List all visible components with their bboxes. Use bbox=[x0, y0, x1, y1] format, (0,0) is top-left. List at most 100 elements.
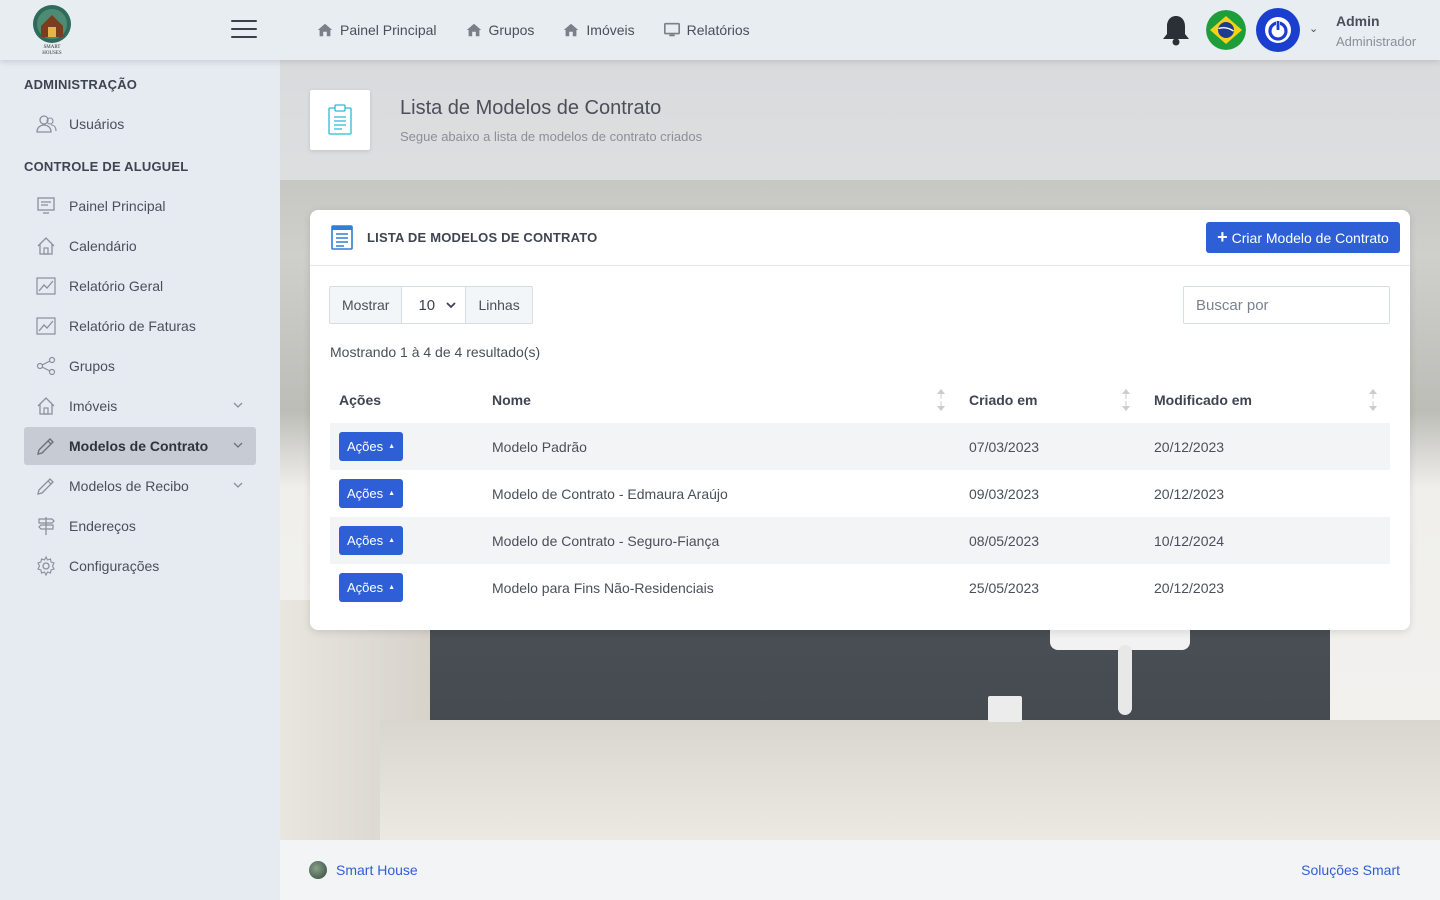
actions-label: Ações bbox=[346, 533, 384, 548]
sidebar-item-relatorio-geral[interactable]: Relatório Geral bbox=[24, 267, 256, 305]
sidebar-item-configuracoes[interactable]: Configurações bbox=[24, 547, 256, 585]
topnav-imoveis[interactable]: Imóveis bbox=[562, 21, 635, 39]
cell-acoes: Ações ▲ bbox=[330, 517, 483, 564]
user-name[interactable]: Admin bbox=[1336, 13, 1380, 29]
sidebar-item-modelos-recibo[interactable]: Modelos de Recibo bbox=[24, 467, 256, 505]
clipboard-icon bbox=[328, 104, 352, 135]
cell-nome: Modelo de Contrato - Seguro-Fiança bbox=[483, 517, 960, 564]
page-length-control: Mostrar 10 Linhas bbox=[329, 286, 533, 324]
cell-criado-em: 09/03/2023 bbox=[969, 485, 1040, 502]
footer-company-link[interactable]: Soluções Smart bbox=[1301, 862, 1400, 878]
power-button[interactable] bbox=[1256, 8, 1300, 52]
actions-dropdown-button[interactable]: Ações ▲ bbox=[339, 573, 403, 602]
page-length-select[interactable]: 10 bbox=[402, 286, 467, 324]
chevron-down-icon bbox=[233, 402, 243, 408]
sort-icon bbox=[1122, 389, 1130, 411]
cell-modificado-em: 20/12/2023 bbox=[1145, 423, 1390, 470]
sidebar-item-modelos-contrato[interactable]: Modelos de Contrato bbox=[24, 427, 256, 465]
sidebar-item-enderecos[interactable]: Endereços bbox=[24, 507, 256, 545]
hamburger-line bbox=[231, 20, 257, 22]
sidebar-item-label: Relatório Geral bbox=[69, 278, 164, 294]
actions-dropdown-button[interactable]: Ações ▲ bbox=[339, 526, 403, 555]
document-list-icon bbox=[331, 225, 353, 250]
table-row: Ações ▲ Modelo de Contrato - Seguro-Fianç… bbox=[330, 517, 1390, 564]
sidebar-item-label: Modelos de Contrato bbox=[69, 438, 209, 454]
create-contract-template-button[interactable]: + Criar Modelo de Contrato bbox=[1206, 222, 1400, 253]
actions-label: Ações bbox=[346, 580, 384, 595]
actions-label: Ações bbox=[346, 486, 384, 501]
cell-nome: Modelo para Fins Não-Residenciais bbox=[492, 579, 714, 596]
topnav-label: Painel Principal bbox=[340, 22, 437, 38]
cell-acoes: Ações ▲ bbox=[330, 423, 483, 470]
sidebar-item-imoveis[interactable]: Imóveis bbox=[24, 387, 256, 425]
topnav-grupos[interactable]: Grupos bbox=[465, 21, 535, 39]
home-outline-icon bbox=[35, 235, 57, 257]
dashboard-icon bbox=[35, 195, 57, 217]
show-label: Mostrar bbox=[329, 286, 403, 324]
sort-icon bbox=[1369, 389, 1377, 411]
create-button-label: Criar Modelo de Contrato bbox=[1231, 229, 1389, 246]
bg-floor bbox=[380, 720, 1440, 840]
actions-dropdown-button[interactable]: Ações ▲ bbox=[339, 432, 403, 461]
bg-header-band bbox=[280, 60, 1440, 180]
contract-templates-table: Ações Nome Criado em Modificado em Ações… bbox=[330, 377, 1390, 611]
column-header-acoes: Ações bbox=[330, 377, 483, 423]
cell-criado-em: 25/05/2023 bbox=[969, 579, 1040, 596]
notifications-bell-icon[interactable] bbox=[1160, 13, 1192, 47]
users-icon bbox=[35, 113, 57, 135]
sidebar-item-label: Painel Principal bbox=[69, 198, 166, 214]
actions-dropdown-button[interactable]: Ações ▲ bbox=[339, 479, 403, 508]
chart-line-icon bbox=[35, 275, 57, 297]
lines-label: Linhas bbox=[466, 286, 533, 324]
sidebar-item-painel-principal[interactable]: Painel Principal bbox=[24, 187, 256, 225]
page-subtitle: Segue abaixo a lista de modelos de contr… bbox=[400, 129, 703, 144]
menu-toggle-button[interactable] bbox=[231, 20, 257, 38]
home-icon bbox=[564, 23, 579, 37]
column-label: Ações bbox=[339, 392, 382, 408]
cell-nome: Modelo de Contrato - Edmaura Araújo bbox=[492, 485, 728, 502]
column-header-criado-em[interactable]: Criado em bbox=[960, 377, 1145, 423]
cell-modificado-em: 10/12/2024 bbox=[1145, 517, 1390, 564]
sidebar-item-calendario[interactable]: Calendário bbox=[24, 227, 256, 265]
sort-icon bbox=[937, 389, 945, 411]
column-header-nome[interactable]: Nome bbox=[483, 377, 960, 423]
topnav-label: Grupos bbox=[488, 22, 535, 38]
sidebar-item-label: Relatório de Faturas bbox=[69, 318, 196, 334]
sidebar-item-label: Imóveis bbox=[69, 398, 118, 414]
chevron-down-icon bbox=[233, 442, 243, 448]
power-icon bbox=[1265, 17, 1291, 43]
user-role: Administrador bbox=[1336, 34, 1417, 49]
signpost-icon bbox=[35, 515, 57, 537]
sidebar: ADMINISTRAÇÃO Usuários CONTROLE DE ALUGU… bbox=[0, 60, 280, 900]
sidebar-item-usuarios[interactable]: Usuários bbox=[24, 105, 256, 143]
bg-pipe bbox=[1118, 645, 1132, 715]
sidebar-item-relatorio-faturas[interactable]: Relatório de Faturas bbox=[24, 307, 256, 345]
cell-acoes: Ações ▲ bbox=[330, 470, 483, 517]
card-title: LISTA DE MODELOS DE CONTRATO bbox=[367, 230, 598, 245]
footer: Smart House Soluções Smart bbox=[280, 840, 1440, 900]
chevron-down-icon[interactable]: ⌄ bbox=[1309, 22, 1318, 35]
smart-house-logo[interactable]: SMART HOUSES bbox=[32, 4, 72, 56]
home-icon bbox=[466, 23, 481, 37]
sidebar-item-label: Modelos de Recibo bbox=[69, 478, 189, 494]
search-input[interactable] bbox=[1183, 286, 1390, 324]
hamburger-line bbox=[231, 28, 257, 30]
column-header-modificado-em[interactable]: Modificado em bbox=[1145, 377, 1390, 423]
cell-criado-em: 07/03/2023 bbox=[960, 423, 1145, 470]
gear-icon bbox=[35, 555, 57, 577]
home-icon bbox=[317, 23, 333, 37]
hamburger-line bbox=[231, 36, 257, 38]
topnav-relatorios[interactable]: Relatórios bbox=[663, 21, 750, 39]
caret-up-icon: ▲ bbox=[388, 537, 396, 544]
plus-icon: + bbox=[1217, 226, 1228, 247]
table-row: Ações ▲ Modelo de Contrato - Edmaura Araú… bbox=[330, 470, 1390, 517]
topnav-painel-principal[interactable]: Painel Principal bbox=[316, 21, 437, 39]
brazil-flag-icon[interactable] bbox=[1206, 10, 1246, 50]
sidebar-item-label: Grupos bbox=[69, 358, 115, 374]
cell-modificado-em: 20/12/2023 bbox=[1154, 579, 1225, 596]
footer-brand-link[interactable]: Smart House bbox=[336, 862, 418, 878]
share-icon bbox=[35, 355, 57, 377]
sidebar-item-grupos[interactable]: Grupos bbox=[24, 347, 256, 385]
svg-text:SMART: SMART bbox=[44, 45, 61, 50]
page-length-value: 10 bbox=[418, 296, 436, 314]
